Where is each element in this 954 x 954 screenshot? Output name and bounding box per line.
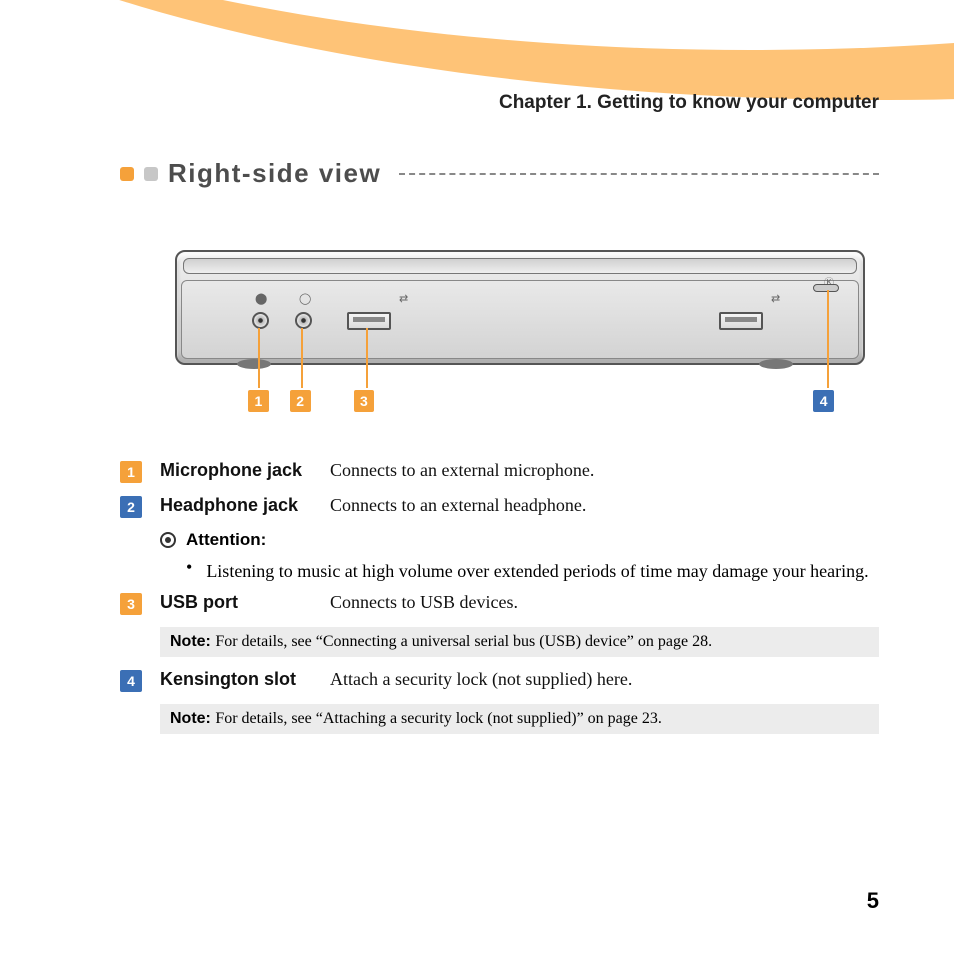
page-number: 5	[867, 888, 879, 914]
callout-lead	[366, 328, 368, 388]
item-badge: 1	[120, 461, 142, 483]
callout-badge: 2	[290, 390, 311, 412]
laptop-foot	[759, 359, 793, 369]
mic-icon: ⬤	[255, 292, 267, 305]
attention-label: Attention:	[186, 530, 266, 550]
item-row: 2 Headphone jack Connects to an external…	[120, 495, 879, 518]
attention-text: Listening to music at high volume over e…	[206, 558, 868, 584]
callout-lead	[258, 328, 260, 388]
kensington-slot	[813, 284, 839, 292]
content-body: 1 Microphone jack Connects to an externa…	[120, 460, 879, 746]
item-badge: 4	[120, 670, 142, 692]
callout-lead	[301, 328, 303, 388]
usb-icon: ⇄	[771, 292, 780, 305]
usb-port-2	[719, 312, 763, 330]
note-block: Note: For details, see “Attaching a secu…	[160, 704, 879, 734]
item-badge: 2	[120, 496, 142, 518]
item-row: 4 Kensington slot Attach a security lock…	[120, 669, 879, 692]
laptop-lid	[183, 258, 857, 274]
item-desc: Connects to USB devices.	[330, 592, 879, 613]
rule-dashed	[399, 173, 879, 175]
note-label: Note:	[170, 633, 215, 650]
item-badge: 3	[120, 593, 142, 615]
laptop-edge: ⬤ ◯ ⇄ ⇄ Ⓚ	[175, 250, 865, 365]
callout-lead	[827, 290, 829, 388]
note-text: For details, see “Attaching a security l…	[215, 710, 662, 727]
note-block: Note: For details, see “Connecting a uni…	[160, 627, 879, 657]
item-row: 3 USB port Connects to USB devices.	[120, 592, 879, 615]
item-row: 1 Microphone jack Connects to an externa…	[120, 460, 879, 483]
callout-badge: 1	[248, 390, 269, 412]
figure-callouts: 1 2 3 4	[214, 390, 834, 412]
callout-badge: 3	[354, 390, 375, 412]
callout-badge: 4	[813, 390, 834, 412]
headphone-jack	[295, 312, 312, 329]
headphone-icon: ◯	[299, 292, 311, 305]
mic-jack	[252, 312, 269, 329]
item-desc: Connects to an external microphone.	[330, 460, 879, 481]
note-text: For details, see “Connecting a universal…	[215, 633, 712, 650]
section-header: Right-side view	[120, 158, 879, 189]
section-title: Right-side view	[168, 158, 381, 189]
laptop-foot	[237, 359, 271, 369]
header-swoosh	[0, 0, 954, 140]
attention-heading: Attention:	[160, 530, 879, 550]
item-desc: Connects to an external headphone.	[330, 495, 879, 516]
attention-block: Attention: • Listening to music at high …	[160, 530, 879, 584]
item-term: USB port	[160, 592, 330, 613]
item-term: Kensington slot	[160, 669, 330, 690]
usb-port	[347, 312, 391, 330]
item-term: Microphone jack	[160, 460, 330, 481]
item-term: Headphone jack	[160, 495, 330, 516]
usb-icon: ⇄	[399, 292, 408, 305]
attention-bullet: • Listening to music at high volume over…	[186, 558, 879, 584]
bullet-icon	[120, 167, 134, 181]
bullet-icon	[144, 167, 158, 181]
attention-icon	[160, 532, 176, 548]
bullet-icon: •	[186, 558, 192, 584]
item-desc: Attach a security lock (not supplied) he…	[330, 669, 879, 690]
note-label: Note:	[170, 710, 215, 727]
chapter-title: Chapter 1. Getting to know your computer	[499, 92, 879, 114]
